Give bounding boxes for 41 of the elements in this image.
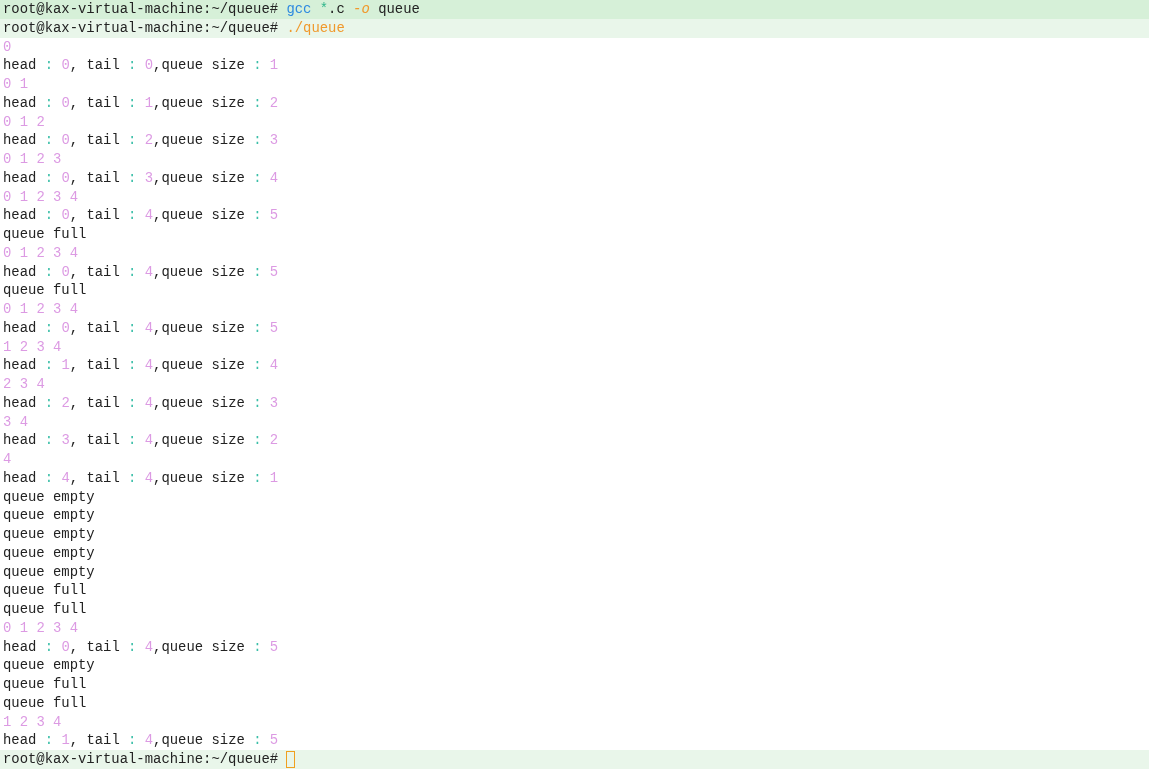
output-line: 0 1 2 3 4 [2, 187, 80, 207]
output-line: 0 1 2 3 [2, 150, 63, 169]
output-line: head : 3, tail : 4,queue size : 2 [2, 431, 280, 450]
output-line: head : 0, tail : 4,queue size : 5 [2, 318, 280, 338]
output-line: head : 0, tail : 2,queue size : 3 [2, 131, 280, 150]
output-line: 0 1 2 3 4 [2, 243, 80, 263]
output-line: head : 1, tail : 4,queue size : 5 [2, 731, 280, 750]
output-line: head : 0, tail : 4,queue size : 5 [2, 262, 280, 282]
output-line: head : 0, tail : 3,queue size : 4 [2, 168, 280, 188]
output-line: queue full [2, 600, 88, 619]
output-line: queue full [2, 693, 88, 713]
output-line: 0 1 2 [2, 112, 46, 132]
output-line: 0 [2, 37, 13, 57]
output-line: queue empty [2, 487, 96, 507]
output-line: 0 1 [2, 75, 30, 94]
command-line: root@kax-virtual-machine:~/queue# gcc *.c -o queue [3, 0, 420, 19]
output-line: queue full [2, 281, 88, 300]
output-line: queue empty [2, 656, 96, 675]
output-line: queue empty [2, 525, 96, 544]
output-line: 1 2 3 4 [2, 337, 63, 357]
output-line: head : 1, tail : 4,queue size : 4 [2, 356, 280, 375]
output-line: 1 2 3 4 [2, 712, 63, 732]
command-line: root@kax-virtual-machine:~/queue# [3, 750, 279, 769]
output-line: queue empty [2, 543, 96, 563]
output-line: head : 0, tail : 1,queue size : 2 [2, 93, 280, 113]
output-line: queue full [2, 581, 88, 600]
output-line: 3 4 [2, 412, 30, 432]
output-line: head : 0, tail : 4,queue size : 5 [2, 206, 280, 225]
output-line: queue full [2, 225, 88, 244]
output-line: head : 0, tail : 4,queue size : 5 [2, 637, 280, 657]
output-line: queue full [2, 675, 88, 694]
output-line: head : 2, tail : 4,queue size : 3 [2, 393, 280, 413]
command-line: root@kax-virtual-machine:~/queue# ./queue [3, 18, 345, 38]
output-line: 0 1 2 3 4 [2, 300, 80, 319]
output-line: queue empty [2, 562, 96, 582]
output-line: head : 0, tail : 0,queue size : 1 [2, 56, 280, 75]
output-line: queue empty [2, 506, 96, 525]
output-line: head : 4, tail : 4,queue size : 1 [2, 468, 280, 488]
output-line: 4 [2, 450, 13, 469]
output-line: 0 1 2 3 4 [2, 618, 80, 638]
output-line: 2 3 4 [2, 375, 46, 394]
